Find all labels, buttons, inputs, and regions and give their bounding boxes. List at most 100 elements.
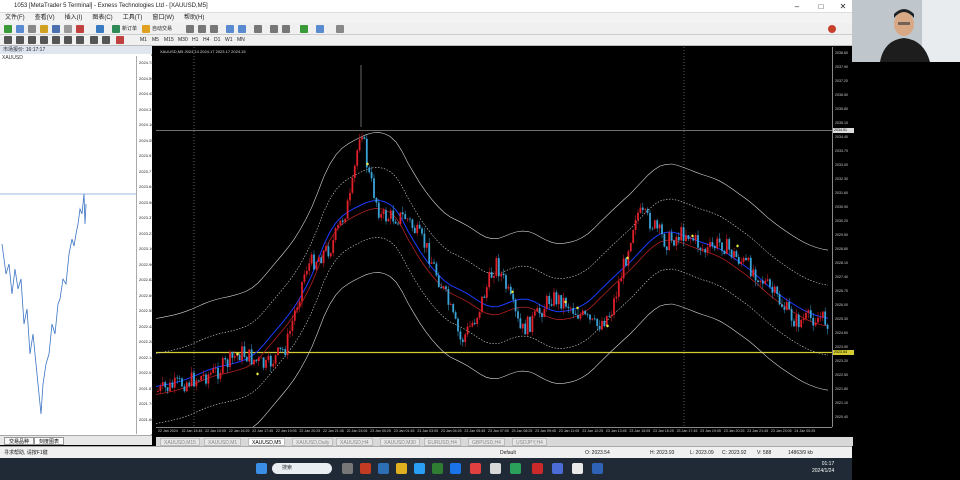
candle-body (776, 286, 779, 294)
cursor-icon[interactable] (4, 36, 12, 44)
file-explorer-icon[interactable] (396, 463, 407, 474)
time-scale[interactable]: 22 Jan 2024 22 Jan 13:45 22 Jan 15:05 22 Ja… (156, 427, 832, 437)
channel-icon[interactable] (64, 36, 72, 44)
periods-icon[interactable] (336, 25, 344, 33)
app-icon-2[interactable] (378, 463, 389, 474)
auto-trading-button[interactable]: 自动交易 (152, 24, 172, 34)
tick-chart[interactable] (0, 64, 136, 434)
chart-tab[interactable]: XAUUSD,M15 (160, 438, 200, 446)
candle-body (454, 312, 457, 319)
data-window-icon[interactable] (40, 25, 48, 33)
candle-body (795, 314, 798, 327)
timeframe-mn[interactable]: MN (237, 35, 245, 45)
new-chart-icon[interactable] (4, 25, 12, 33)
chart-tab[interactable]: XAUUSD,Daily (292, 438, 334, 446)
taskbar-search[interactable]: 搜索 (272, 463, 332, 474)
terminal-icon[interactable] (64, 25, 72, 33)
price-chart[interactable]: ◆ ◆ ◆ ◆ ◆ ◆ ◆ ◆ ◆ ◆ XAUUSD,M5 2024.14 2024.17 202… (156, 47, 854, 437)
menu-tools[interactable]: 工具(T) (118, 13, 148, 23)
taskbar-clock[interactable]: 01:17 2024/1/24 (812, 461, 834, 475)
menu-help[interactable]: 帮助(H) (179, 13, 209, 23)
auto-scroll-icon[interactable] (270, 25, 278, 33)
start-icon[interactable] (256, 463, 267, 474)
text-icon[interactable] (90, 36, 98, 44)
label-icon[interactable] (102, 36, 110, 44)
metaeditor-icon[interactable] (96, 25, 104, 33)
candle-body (310, 254, 313, 264)
edge-icon[interactable] (414, 463, 425, 474)
chart-tab[interactable]: XAUUSD,M30 (380, 438, 420, 446)
candlestick-icon[interactable] (198, 25, 206, 33)
app-icon-6[interactable] (490, 463, 501, 474)
app-icon-8[interactable] (532, 463, 543, 474)
price-scale[interactable]: 2038.60 2037.90 2037.20 2036.50 2035.80 2035.… (832, 47, 854, 427)
crosshair-icon[interactable] (16, 36, 24, 44)
menu-insert[interactable]: 插入(I) (60, 13, 88, 23)
arrow-icon[interactable] (116, 36, 124, 44)
minimize-button[interactable]: – (790, 0, 804, 13)
timeframe-m1[interactable]: M1 (140, 35, 147, 45)
line-chart-icon[interactable] (210, 25, 218, 33)
profiles-icon[interactable] (16, 25, 24, 33)
chart-tab[interactable]: EURUSD,H4 (424, 438, 461, 446)
zoom-out-icon[interactable] (238, 25, 246, 33)
timeframe-m30[interactable]: M30 (178, 35, 188, 45)
tab-tick-chart[interactable]: 刻度图表 (34, 437, 65, 445)
new-order-button[interactable]: 新订单 (122, 24, 137, 34)
indicators-icon[interactable] (300, 25, 308, 33)
chart-tab[interactable]: XAUUSD,M5 (248, 438, 286, 446)
zoom-in-icon[interactable] (226, 25, 234, 33)
candle-body (668, 232, 671, 251)
menu-window[interactable]: 窗口(W) (147, 13, 179, 23)
auto-trading-icon[interactable] (142, 25, 150, 33)
menu-charts[interactable]: 图表(C) (87, 13, 117, 23)
app-icon-3[interactable] (432, 463, 443, 474)
market-watch-icon[interactable] (28, 25, 36, 33)
candle-body (805, 313, 807, 319)
chart-tab[interactable]: XAUUSD,M1 (204, 438, 242, 446)
tile-windows-icon[interactable] (254, 25, 262, 33)
timeframe-w1[interactable]: W1 (225, 35, 233, 45)
chart-shift-icon[interactable] (282, 25, 290, 33)
fibonacci-icon[interactable] (76, 36, 84, 44)
menu-file[interactable]: 文件(F) (0, 13, 30, 23)
timeframe-m5[interactable]: M5 (152, 35, 159, 45)
bar-chart-icon[interactable] (186, 25, 194, 33)
close-button[interactable]: ✕ (836, 0, 850, 13)
tick-scale-label: 2022.55 (139, 308, 154, 313)
chart-tab[interactable]: GBPUSD,H4 (468, 438, 505, 446)
chart-tab[interactable]: USDJPY,H4 (512, 438, 547, 446)
maximize-button[interactable]: □ (814, 0, 828, 13)
templates-icon[interactable] (316, 25, 324, 33)
panel-symbol[interactable]: XAUUSD (2, 55, 23, 61)
candle-body (512, 294, 515, 300)
app-icon-5[interactable] (470, 463, 481, 474)
timeframe-h1[interactable]: H1 (192, 35, 198, 45)
app-icon-4[interactable] (450, 463, 461, 474)
app-icon-7[interactable] (510, 463, 521, 474)
alert-icon[interactable] (828, 25, 836, 33)
vertical-line-icon[interactable] (28, 36, 36, 44)
time-label: 23 Jan 00:25 (370, 429, 391, 433)
task-view-icon[interactable] (342, 463, 353, 474)
candle-body (673, 240, 675, 246)
timeframe-m15[interactable]: M15 (164, 35, 174, 45)
chart-canvas[interactable]: ◆◆◆◆◆◆◆◆◆◆ (156, 47, 832, 427)
horizontal-line-icon[interactable] (40, 36, 48, 44)
app-icon-9[interactable] (552, 463, 563, 474)
app-icon-1[interactable] (360, 463, 371, 474)
new-order-icon[interactable] (112, 25, 120, 33)
timeframe-h4[interactable]: H4 (203, 35, 209, 45)
candle-body (637, 212, 639, 220)
status-bar: 寻求帮助, 请按F1键 Default O: 2023.54 H: 2023.9… (0, 446, 852, 458)
strategy-tester-icon[interactable] (76, 25, 84, 33)
menu-view[interactable]: 查看(V) (30, 13, 60, 23)
app-icon-10[interactable] (572, 463, 583, 474)
timeframe-d1[interactable]: D1 (214, 35, 220, 45)
menu-bar: 文件(F) 查看(V) 插入(I) 图表(C) 工具(T) 窗口(W) 帮助(H) (0, 13, 852, 23)
navigator-icon[interactable] (52, 25, 60, 33)
metatrader-icon[interactable] (592, 463, 603, 474)
tab-symbols[interactable]: 交易品种 (4, 437, 35, 445)
chart-tab[interactable]: XAUUSD,H4 (336, 438, 373, 446)
trendline-icon[interactable] (52, 36, 60, 44)
